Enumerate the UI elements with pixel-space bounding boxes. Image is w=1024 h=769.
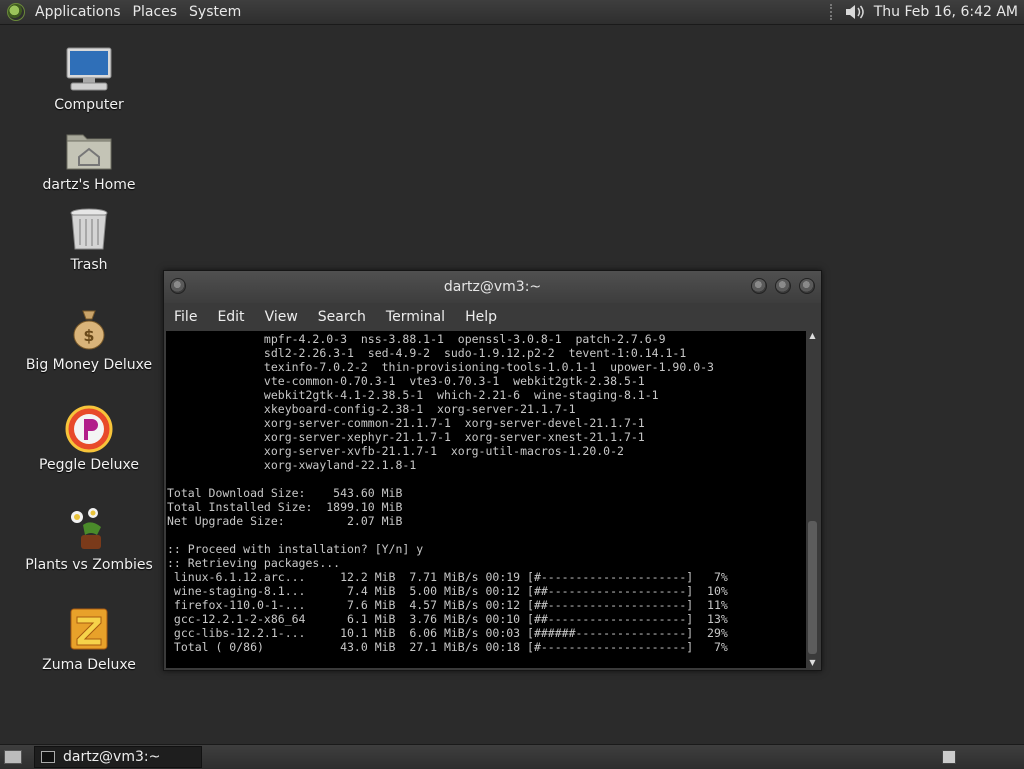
menu-places[interactable]: Places bbox=[129, 4, 186, 20]
desktop-icon-label: Trash bbox=[70, 257, 108, 273]
workspace-switcher[interactable] bbox=[942, 750, 956, 764]
desktop-icon-label: dartz's Home bbox=[42, 177, 136, 193]
desktop-icon-peggle[interactable]: Peggle Deluxe bbox=[14, 405, 164, 473]
home-folder-icon bbox=[65, 125, 113, 173]
taskbar-button-terminal[interactable]: dartz@vm3:~ bbox=[34, 746, 202, 768]
menu-terminal[interactable]: Terminal bbox=[376, 309, 455, 325]
distro-logo-icon[interactable] bbox=[7, 3, 25, 21]
window-title: dartz@vm3:~ bbox=[443, 279, 542, 295]
desktop-icon-home[interactable]: dartz's Home bbox=[14, 125, 164, 193]
menu-system[interactable]: System bbox=[185, 4, 249, 20]
desktop-icon-zuma[interactable]: Zuma Deluxe bbox=[14, 605, 164, 673]
desktop-icon-label: Peggle Deluxe bbox=[39, 457, 139, 473]
taskbar-label: dartz@vm3:~ bbox=[63, 749, 161, 765]
panel-grip[interactable] bbox=[829, 4, 836, 20]
computer-icon bbox=[65, 45, 113, 93]
maximize-button[interactable] bbox=[775, 278, 791, 294]
peggle-icon bbox=[65, 405, 113, 453]
volume-icon[interactable] bbox=[844, 2, 866, 22]
desktop-icon-trash[interactable]: Trash bbox=[14, 205, 164, 273]
terminal-icon bbox=[41, 751, 55, 763]
money-bag-icon: $ bbox=[65, 305, 113, 353]
svg-text:$: $ bbox=[83, 326, 94, 345]
desktop-icon-label: Plants vs Zombies bbox=[25, 557, 153, 573]
clock[interactable]: Thu Feb 16, 6:42 AM bbox=[874, 4, 1024, 20]
menu-search[interactable]: Search bbox=[308, 309, 376, 325]
desktop-icon-label: Zuma Deluxe bbox=[42, 657, 136, 673]
desktop-icon-big-money[interactable]: $ Big Money Deluxe bbox=[14, 305, 164, 373]
scrollbar-thumb[interactable] bbox=[808, 521, 817, 654]
trash-icon bbox=[65, 205, 113, 253]
window-menu-button[interactable] bbox=[170, 278, 186, 294]
terminal-text: mpfr-4.2.0-3 nss-3.88.1-1 openssl-3.0.8-… bbox=[167, 332, 728, 654]
menu-edit[interactable]: Edit bbox=[207, 309, 254, 325]
desktop-icon-label: Computer bbox=[54, 97, 124, 113]
terminal-output[interactable]: mpfr-4.2.0-3 nss-3.88.1-1 openssl-3.0.8-… bbox=[166, 331, 807, 668]
terminal-window[interactable]: dartz@vm3:~ File Edit View Search Termin… bbox=[163, 270, 822, 671]
menu-view[interactable]: View bbox=[255, 309, 308, 325]
bottom-panel: dartz@vm3:~ bbox=[0, 744, 1024, 769]
menu-file[interactable]: File bbox=[164, 309, 207, 325]
desktop-icon-label: Big Money Deluxe bbox=[25, 357, 153, 373]
close-button[interactable] bbox=[799, 278, 815, 294]
terminal-titlebar[interactable]: dartz@vm3:~ bbox=[164, 271, 821, 303]
desktop-icon-pvz[interactable]: Plants vs Zombies bbox=[14, 505, 164, 573]
scroll-up-arrow-icon[interactable]: ▲ bbox=[806, 331, 819, 341]
minimize-button[interactable] bbox=[751, 278, 767, 294]
scroll-down-arrow-icon[interactable]: ▼ bbox=[806, 658, 819, 668]
terminal-menubar: File Edit View Search Terminal Help bbox=[164, 303, 821, 331]
desktop-icon-computer[interactable]: Computer bbox=[14, 45, 164, 113]
menu-help[interactable]: Help bbox=[455, 309, 507, 325]
show-desktop-icon[interactable] bbox=[4, 750, 22, 764]
menu-applications[interactable]: Applications bbox=[31, 4, 129, 20]
zuma-icon bbox=[65, 605, 113, 653]
top-panel: Applications Places System Thu Feb 16, 6… bbox=[0, 0, 1024, 25]
plants-vs-zombies-icon bbox=[65, 505, 113, 553]
terminal-scrollbar[interactable]: ▲ ▼ bbox=[806, 331, 819, 668]
